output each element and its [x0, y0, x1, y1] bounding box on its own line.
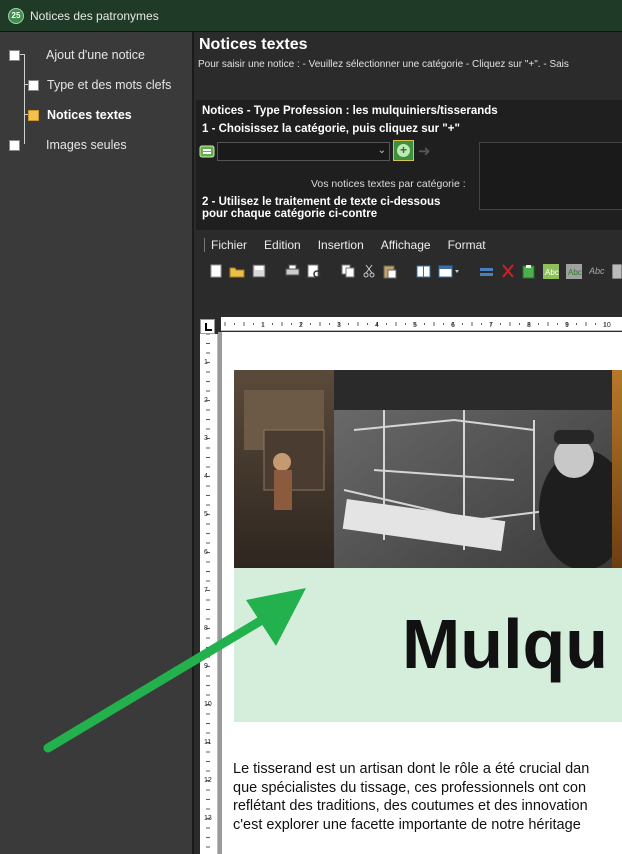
chevron-down-icon: ⌄	[377, 145, 386, 156]
ruler-mark: 2	[299, 322, 303, 329]
ruler-mark: 2	[204, 397, 208, 404]
ruler-mark: 7	[489, 322, 493, 329]
ruler-mark: 1	[261, 322, 265, 329]
page-instructions: Pour saisir une notice : - Veuillez séle…	[198, 59, 569, 70]
ruler-mark: 3	[204, 435, 208, 442]
ruler-mark: 4	[375, 322, 379, 329]
svg-text:Abc: Abc	[568, 268, 582, 277]
document-page[interactable]: Mulqu Le tisserand est un artisan dont l…	[222, 332, 622, 854]
ruler-mark: 8	[204, 625, 208, 632]
spellcheck-icon[interactable]: Abc	[543, 263, 559, 279]
category-panel: Notices - Type Profession : les mulquini…	[196, 100, 622, 230]
main-content: Notices textes Pour saisir une notice : …	[196, 32, 622, 854]
svg-text:Abc: Abc	[545, 268, 559, 277]
horizontal-ruler[interactable]: 1 2 3 4 5 6 7 8 9 10	[221, 317, 622, 331]
category-list[interactable]	[479, 142, 622, 210]
sidebar-item-type-mots-clefs[interactable]: Type et des mots clefs	[28, 78, 171, 92]
strikeline-icon[interactable]	[479, 263, 494, 279]
ruler-mark: 11	[204, 739, 211, 746]
tree-node-active-icon	[28, 109, 39, 121]
paragraph-line: que spécialistes du tissage, ces profess…	[233, 779, 587, 796]
ruler-mark: 13	[204, 815, 212, 822]
notice-type-heading: Notices - Type Profession : les mulquini…	[202, 105, 498, 117]
add-category-button[interactable]: +	[393, 140, 414, 161]
tree-node-icon	[9, 49, 20, 61]
sidebar-item-notices-textes[interactable]: Notices textes	[28, 108, 132, 122]
copy-icon[interactable]	[341, 263, 355, 279]
tree-connector	[24, 54, 25, 144]
step2-line2: pour chaque catégorie ci-contre	[202, 208, 378, 220]
print-preview-icon[interactable]	[307, 263, 322, 279]
ruler-mark: 7	[204, 587, 208, 594]
ruler-mark: 8	[527, 322, 531, 329]
clipboard-green-icon[interactable]	[522, 263, 536, 279]
ruler-mark: 10	[204, 701, 212, 708]
abc-icon[interactable]: Abc	[589, 263, 605, 279]
columns-icon[interactable]	[416, 263, 431, 279]
scissors-red-icon[interactable]	[501, 263, 515, 279]
menu-fichier[interactable]: Fichier	[211, 238, 247, 252]
sidebar-item-label: Images seules	[46, 138, 127, 152]
step2-instruction: 2 - Utilisez le traitement de texte ci-d…	[202, 196, 440, 220]
editor-menu-bar: Fichier Edition Insertion Affichage Form…	[196, 232, 622, 258]
ruler-mark: 6	[204, 549, 208, 556]
vertical-ruler-scale: 12345678910111213	[204, 333, 212, 848]
sidebar-item-label: Notices textes	[47, 108, 132, 122]
menu-insertion[interactable]: Insertion	[318, 238, 364, 252]
ruler-mark: 5	[204, 511, 208, 518]
editor-toolbar: Abc Abc Abc	[196, 260, 622, 282]
sidebar-item-images-seules[interactable]: Images seules	[9, 138, 127, 152]
tree-node-icon	[9, 139, 20, 151]
category-select[interactable]: ⌄	[217, 142, 390, 161]
category-tag-icon[interactable]	[199, 143, 215, 159]
table-icon[interactable]	[438, 263, 460, 279]
sidebar-item-ajout-notice[interactable]: Ajout d'une notice	[9, 48, 145, 62]
ruler-mark: 4	[204, 473, 208, 480]
tab-stop-selector[interactable]	[200, 319, 215, 334]
ruler-mark: 9	[565, 322, 569, 329]
save-icon[interactable]	[252, 263, 266, 279]
paragraph-line: c'est explorer une facette importante de…	[233, 816, 581, 833]
menu-edition[interactable]: Edition	[264, 238, 301, 252]
ruler-mark: 9	[204, 663, 208, 670]
vertical-ruler[interactable]: 1 2 3 4 5 6 7 8 9 10 11 12 13	[200, 333, 218, 854]
extra-icon[interactable]	[612, 263, 622, 279]
ruler-mark: 6	[451, 322, 455, 329]
sidebar-item-label: Ajout d'une notice	[46, 48, 145, 62]
app-logo-icon: 25	[8, 7, 24, 24]
ruler-mark: 10	[603, 322, 611, 329]
weavers-banner-image	[234, 370, 622, 568]
print-icon[interactable]	[285, 263, 300, 279]
spellcheck-auto-icon[interactable]: Abc	[566, 263, 582, 279]
ruler-mark: 5	[413, 322, 417, 329]
forward-arrow-icon[interactable]: ➜	[418, 142, 436, 160]
horizontal-ruler-scale: 1 2 3 4 5 6 7 8 9 10	[224, 322, 611, 329]
paragraph-line: Le tisserand est un artisan dont le rôle…	[233, 761, 590, 777]
svg-text:Abc: Abc	[589, 266, 605, 276]
sidebar-tree: Ajout d'une notice Type et des mots clef…	[0, 32, 194, 854]
sidebar-item-label: Type et des mots clefs	[47, 78, 172, 92]
new-document-icon[interactable]	[210, 263, 222, 279]
weaving-loom-photo-collage	[234, 370, 622, 568]
category-list-label: Vos notices textes par catégorie :	[311, 178, 466, 190]
open-folder-icon[interactable]	[229, 263, 245, 279]
paste-icon[interactable]	[383, 263, 397, 279]
step2-line1: 2 - Utilisez le traitement de texte ci-d…	[202, 196, 441, 208]
document-title: Mulqu	[402, 605, 609, 683]
paragraph-line: reflétant des traditions, des coutumes e…	[233, 798, 588, 814]
menu-grip	[204, 238, 205, 252]
ruler-mark: 3	[337, 322, 341, 329]
plus-icon: +	[397, 144, 410, 157]
ruler-mark: 1	[204, 359, 208, 366]
cut-icon[interactable]	[362, 263, 376, 279]
tree-node-icon	[28, 79, 39, 91]
menu-format[interactable]: Format	[448, 238, 486, 252]
document-paragraph: Le tisserand est un artisan dont le rôle…	[233, 760, 622, 834]
page-title: Notices textes	[199, 36, 308, 53]
window-title: Notices des patronymes	[30, 8, 159, 23]
title-bar: 25 Notices des patronymes	[0, 0, 622, 32]
menu-affichage[interactable]: Affichage	[381, 238, 431, 252]
step1-instruction: 1 - Choisissez la catégorie, puis clique…	[202, 123, 460, 135]
ruler-mark: 12	[204, 777, 212, 784]
